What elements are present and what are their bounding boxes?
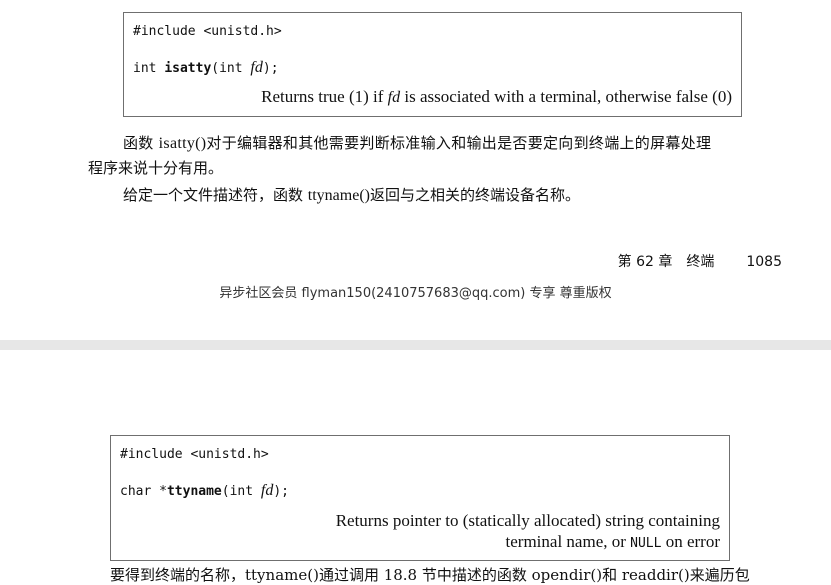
return-type: int: [133, 61, 165, 76]
param-type: (int: [211, 61, 251, 76]
page-top: #include <unistd.h> int isatty(int fd); …: [0, 0, 831, 340]
chapter-title: 终端: [686, 254, 715, 270]
paragraph-prefix: 给定一个文件描述符，函数: [123, 186, 308, 204]
desc-line-2: terminal name, or NULL on error: [336, 531, 720, 554]
signature-closing: );: [273, 484, 290, 499]
signature-closing: );: [262, 61, 279, 76]
param-name: fd: [250, 59, 263, 76]
page-footer: 第 62 章终端 1085: [618, 252, 782, 272]
function-reference: isatty(): [158, 135, 207, 152]
isatty-code-box: #include <unistd.h> int isatty(int fd); …: [123, 12, 742, 117]
paragraph-2: 给定一个文件描述符，函数 ttyname()返回与之相关的终端设备名称。: [123, 183, 580, 208]
null-token: NULL: [630, 536, 662, 551]
paragraph-prefix: 函数: [123, 134, 159, 152]
paragraph-suffix: 返回与之相关的终端设备名称。: [369, 186, 580, 204]
function-name: ttyname: [166, 484, 222, 499]
cutoff-paragraph: 要得到终端的名称，ttyname()通过调用 18.8 节中描述的函数 open…: [110, 566, 750, 584]
page-bottom: #include <unistd.h> char *ttyname(int fd…: [0, 350, 831, 572]
ttyname-description: Returns pointer to (statically allocated…: [336, 510, 720, 554]
chapter-label: 第 62 章: [617, 254, 673, 270]
paragraph-1-line-2: 程序来说十分有用。: [88, 159, 224, 177]
ttyname-signature: char *ttyname(int fd);: [120, 483, 289, 500]
ttyname-code-box: #include <unistd.h> char *ttyname(int fd…: [110, 435, 730, 561]
desc-after-fd: is associated with a terminal, otherwise…: [400, 87, 732, 106]
desc-line-1: Returns pointer to (statically allocated…: [335, 511, 720, 530]
isatty-signature: int isatty(int fd);: [133, 60, 279, 77]
page-gap: [0, 340, 831, 350]
copyright-watermark: 异步社区会员 flyman150(2410757683@qq.com) 专享 尊…: [219, 286, 612, 301]
include-line: #include <unistd.h>: [120, 447, 269, 462]
function-name: isatty: [164, 61, 212, 76]
paragraph-suffix: 对于编辑器和其他需要判断标准输入和输出是否要定向到终端上的屏幕处理: [206, 134, 712, 152]
param-type: (int: [221, 484, 261, 499]
param-name: fd: [260, 482, 274, 499]
desc-fd: fd: [387, 89, 401, 106]
desc-before-null: terminal name, or: [505, 532, 631, 551]
function-reference: ttyname(): [307, 187, 370, 204]
isatty-description: Returns true (1) if fd is associated wit…: [261, 86, 732, 108]
desc-before-fd: Returns true (1) if: [261, 87, 388, 106]
return-type: char *: [120, 484, 167, 499]
desc-after-null: on error: [661, 532, 720, 551]
include-line: #include <unistd.h>: [133, 24, 282, 39]
page-number: 1085: [746, 254, 782, 270]
paragraph-1-line-1: 函数 isatty()对于编辑器和其他需要判断标准输入和输出是否要定向到终端上的…: [123, 131, 783, 156]
